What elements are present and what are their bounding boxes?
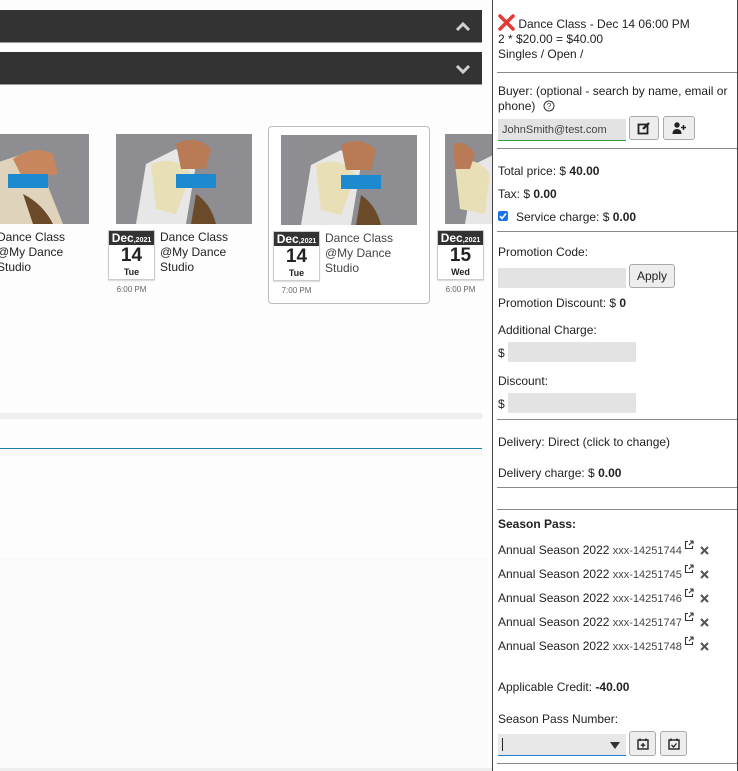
event-card[interactable]: Dance Class @My Dance Studio	[0, 126, 103, 304]
event-time: 6:00 PM	[445, 285, 476, 294]
cart-item: Dance Class - Dec 14 06:00 PM 2 * $20.00…	[498, 14, 734, 62]
promotion-code-input[interactable]	[498, 268, 626, 288]
discount-label: Discount:	[498, 374, 549, 388]
calendar-check-icon	[667, 738, 680, 750]
applicable-credit: Applicable Credit: -40.00	[498, 680, 630, 694]
cart-panel: Dance Class - Dec 14 06:00 PM 2 * $20.00…	[492, 0, 738, 771]
event-date-badge: Dec,2021 14 Tue	[108, 230, 155, 280]
calendar-plus-icon	[636, 738, 649, 750]
divider	[497, 763, 737, 764]
remove-icon[interactable]	[700, 546, 709, 555]
main-content: Dance Class @My Dance Studio Dec,2021 14 T…	[0, 0, 492, 771]
season-pass-item: Annual Season 2022 xxx-14251746	[498, 588, 709, 605]
edit-buyer-button[interactable]	[629, 116, 659, 140]
edit-icon	[637, 122, 650, 135]
accordion-header-collapsed[interactable]	[0, 52, 482, 85]
external-link-icon[interactable]	[684, 636, 694, 646]
promotion-discount: Promotion Discount: $ 0	[498, 296, 627, 310]
event-title: Dance Class @My Dance Studio	[0, 230, 66, 274]
remove-icon[interactable]	[700, 570, 709, 579]
tab-underline-shadow	[0, 449, 482, 456]
total-price: Total price: $ 40.00	[498, 164, 600, 178]
cart-item-title: Dance Class - Dec 14 06:00 PM	[518, 17, 690, 31]
divider	[497, 419, 737, 420]
promotion-code-label: Promotion Code:	[498, 245, 589, 259]
event-time: 7:00 PM	[281, 286, 312, 295]
discount-currency: $	[498, 397, 505, 411]
event-image	[281, 135, 417, 225]
divider	[497, 487, 737, 488]
discount-input[interactable]	[508, 393, 636, 413]
delivery-method-link[interactable]: Delivery: Direct (click to change)	[498, 435, 734, 449]
cart-item-price: 2 * $20.00 = $40.00	[498, 32, 604, 46]
close-icon[interactable]	[498, 14, 515, 31]
tax: Tax: $ 0.00	[498, 187, 557, 201]
validate-season-pass-button[interactable]	[660, 731, 687, 756]
section-divider	[0, 413, 482, 419]
cart-item-category: Singles / Open /	[498, 47, 584, 61]
service-charge: Service charge: $ 0.00	[516, 210, 637, 224]
apply-promotion-button[interactable]: Apply	[629, 264, 675, 288]
event-time: 6:00 PM	[116, 285, 147, 294]
event-image	[116, 134, 252, 224]
event-title: Dance Class @My Dance Studio	[325, 231, 394, 275]
buyer-label-row: Buyer: (optional - search by name, email…	[498, 84, 734, 114]
divider	[497, 72, 737, 73]
chevron-up-icon[interactable]	[454, 18, 472, 36]
event-image	[445, 134, 492, 224]
season-pass-number-label: Season Pass Number:	[498, 712, 619, 726]
season-pass-item: Annual Season 2022 xxx-14251747	[498, 612, 709, 629]
add-user-button[interactable]	[663, 116, 695, 140]
season-pass-heading: Season Pass:	[498, 517, 577, 531]
add-user-icon	[672, 122, 686, 134]
chevron-down-icon[interactable]	[454, 60, 472, 78]
additional-charge-label: Additional Charge:	[498, 323, 597, 337]
divider	[497, 509, 737, 510]
event-card[interactable]: Dec,2021 14 Tue 6:00 PM Dance Class @My D…	[104, 126, 266, 304]
help-circle-icon[interactable]: ?	[543, 100, 555, 112]
buyer-search-input[interactable]: JohnSmith@test.com	[498, 119, 626, 141]
event-date-badge: Dec,2021 15 Wed	[437, 230, 484, 280]
season-pass-item: Annual Season 2022 xxx-14251745	[498, 564, 709, 581]
svg-text:?: ?	[546, 102, 551, 111]
external-link-icon[interactable]	[684, 564, 694, 574]
external-link-icon[interactable]	[684, 540, 694, 550]
additional-charge-currency: $	[498, 346, 505, 360]
event-date-badge: Dec,2021 14 Tue	[273, 231, 320, 281]
external-link-icon[interactable]	[684, 588, 694, 598]
season-pass-item: Annual Season 2022 xxx-14251744	[498, 540, 709, 557]
remove-icon[interactable]	[700, 594, 709, 603]
external-link-icon[interactable]	[684, 612, 694, 622]
dropdown-arrow-icon[interactable]	[610, 742, 620, 749]
lower-panel	[0, 558, 488, 768]
accordion-header-expanded[interactable]	[0, 10, 482, 43]
remove-icon[interactable]	[700, 642, 709, 651]
event-image	[0, 134, 89, 224]
service-charge-checkbox[interactable]	[498, 211, 508, 221]
buyer-label: Buyer: (optional - search by name, email…	[498, 84, 728, 113]
event-carousel: Dance Class @My Dance Studio Dec,2021 14 T…	[0, 126, 492, 306]
remove-icon[interactable]	[700, 618, 709, 627]
season-pass-number-select[interactable]	[498, 734, 626, 756]
add-season-pass-button[interactable]	[629, 731, 656, 756]
season-pass-item: Annual Season 2022 xxx-14251748	[498, 636, 709, 653]
divider	[497, 231, 737, 232]
delivery-charge: Delivery charge: $ 0.00	[498, 466, 622, 480]
event-card[interactable]: Dec,2021 15 Wed 6:00 PM	[433, 126, 492, 304]
event-title: Dance Class @My Dance Studio	[160, 230, 229, 274]
event-card-selected[interactable]: Dec,2021 14 Tue 7:00 PM Dance Class @My D…	[268, 126, 430, 304]
text-cursor	[502, 738, 503, 751]
additional-charge-input[interactable]	[508, 342, 636, 362]
divider	[497, 148, 737, 149]
